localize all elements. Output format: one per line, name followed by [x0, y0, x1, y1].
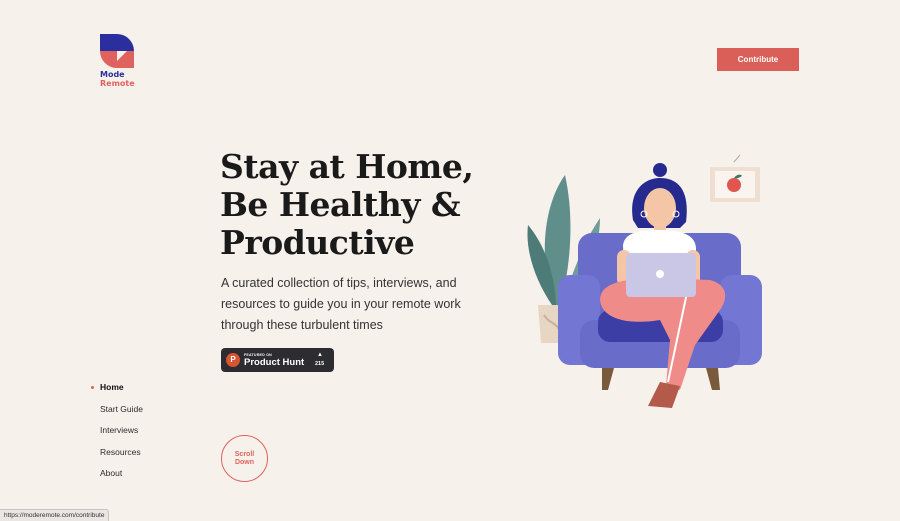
product-hunt-logo-letter: P: [230, 355, 236, 364]
scroll-down-label-2: Down: [234, 458, 255, 466]
status-bar-url: https://moderemote.com/contribute: [0, 509, 110, 521]
logo-text-remote: Remote: [100, 79, 135, 88]
nav-item-home[interactable]: Home: [91, 382, 143, 392]
woman-figure: [600, 163, 726, 408]
active-dot-icon: [91, 386, 94, 389]
nav-item-start-guide[interactable]: Start Guide: [100, 403, 143, 414]
nav-item-label: Resources: [100, 446, 141, 457]
apple-picture-frame: [710, 154, 760, 202]
triangle-up-icon: ▲: [317, 352, 323, 358]
nav-item-resources[interactable]: Resources: [100, 446, 143, 457]
nav-item-label: Start Guide: [100, 403, 143, 414]
nav-item-label: Interviews: [100, 425, 139, 435]
product-hunt-name: Product Hunt: [244, 357, 305, 368]
hero-subtitle: A curated collection of tips, interviews…: [221, 276, 461, 332]
logo-icon: [100, 34, 134, 68]
product-hunt-badge[interactable]: P FEATURED ON Product Hunt ▲ 215: [221, 348, 334, 372]
contribute-button[interactable]: Contribute: [717, 48, 799, 71]
side-nav: Home Start Guide Interviews Resources Ab…: [91, 382, 143, 491]
scroll-down-button[interactable]: Scroll Down: [221, 435, 268, 482]
nav-item-about[interactable]: About: [100, 469, 143, 478]
nav-item-label: Home: [100, 382, 124, 392]
upvote-count: 215: [315, 361, 325, 367]
logo-text: Mode Remote: [100, 70, 140, 88]
hero-title: Stay at Home, Be Healthy & Productive: [220, 147, 474, 262]
woman-on-sofa-illustration: [527, 154, 762, 408]
hero-illustration: [520, 150, 770, 420]
product-hunt-logo-icon: P: [226, 353, 240, 367]
logo-text-mode: Mode: [100, 70, 125, 79]
logo[interactable]: Mode Remote: [100, 34, 140, 88]
scroll-down-label-1: Scroll: [234, 450, 255, 458]
nav-item-interviews[interactable]: Interviews: [100, 426, 143, 435]
nav-item-label: About: [100, 468, 123, 478]
